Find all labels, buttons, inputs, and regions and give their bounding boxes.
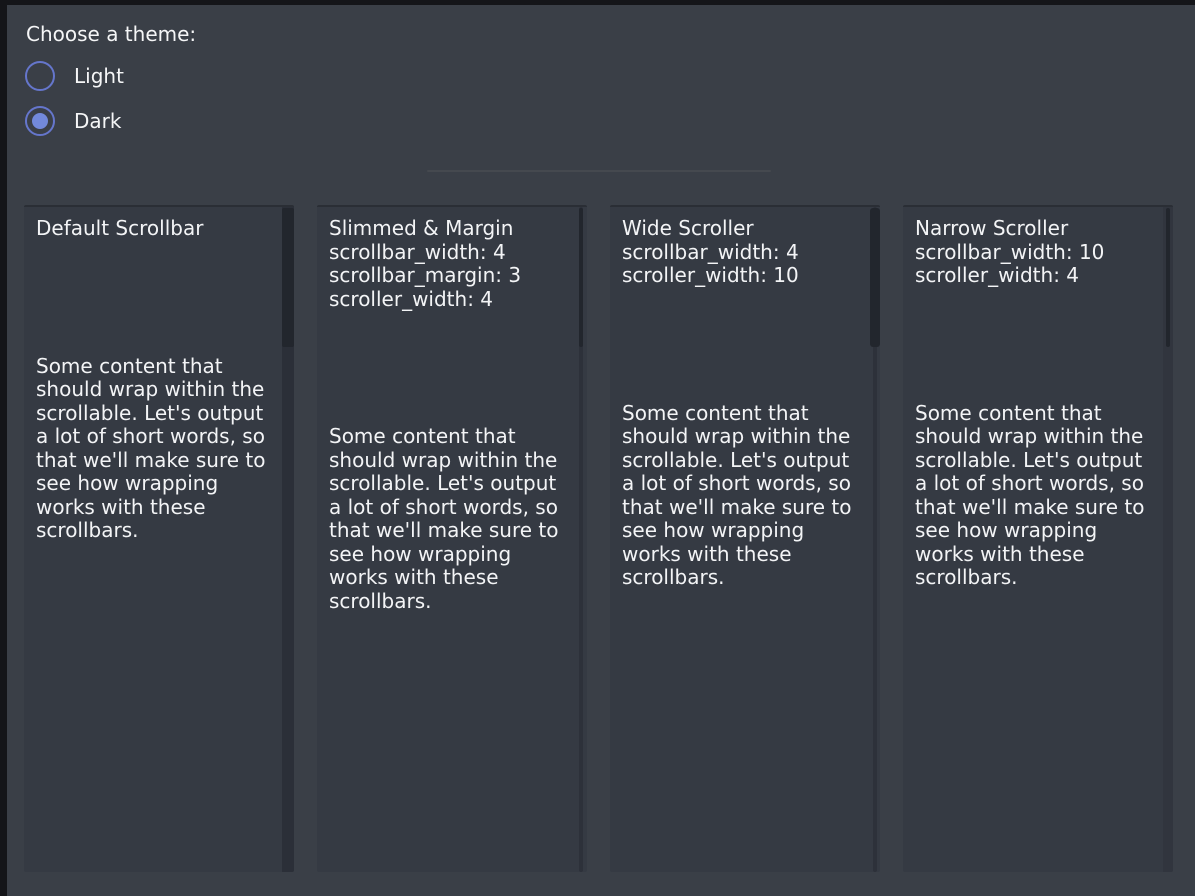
radio-dot-icon [32, 68, 48, 84]
panel-title: Slimmed & Margin [329, 207, 563, 241]
panel-content: Some content that should wrap within the… [329, 425, 563, 613]
panel-content: Some content that should wrap within the… [622, 402, 856, 590]
section-divider [427, 170, 771, 172]
panel-config: scrollbar_width: 10 scroller_width: 4 [915, 241, 1149, 288]
theme-option-label[interactable]: Light [74, 61, 124, 91]
scrollbar-thumb[interactable] [579, 208, 583, 347]
panel-narrow-scroller[interactable]: Narrow Scroller scrollbar_width: 10 scro… [903, 205, 1173, 872]
scrollbar-demo-panels: Default Scrollbar Some content that shou… [24, 205, 1173, 872]
panel-content: Some content that should wrap within the… [36, 355, 270, 543]
panel-default-scrollbar[interactable]: Default Scrollbar Some content that shou… [24, 205, 294, 872]
scrollbar-thumb[interactable] [282, 208, 294, 347]
panel-slimmed-margin[interactable]: Slimmed & Margin scrollbar_width: 4 scro… [317, 205, 587, 872]
app-window: Choose a theme: Light Dark Default Scrol… [0, 0, 1195, 896]
panel-title: Narrow Scroller [915, 207, 1149, 241]
panel-content: Some content that should wrap within the… [915, 402, 1149, 590]
panel-wide-scroller[interactable]: Wide Scroller scrollbar_width: 4 scrolle… [610, 205, 880, 872]
panel-title: Wide Scroller [622, 207, 856, 241]
radio-button-icon[interactable] [25, 106, 55, 136]
panel-config: scrollbar_width: 4 scroller_width: 10 [622, 241, 856, 288]
radio-dot-icon [32, 113, 48, 129]
panel-title: Default Scrollbar [36, 207, 270, 241]
theme-option-light[interactable]: Light [25, 60, 124, 91]
theme-option-dark[interactable]: Dark [25, 105, 121, 136]
scrollbar-thumb[interactable] [1166, 208, 1170, 347]
theme-option-label[interactable]: Dark [74, 106, 121, 136]
theme-chooser-label: Choose a theme: [26, 22, 196, 46]
panel-config: scrollbar_width: 4 scrollbar_margin: 3 s… [329, 241, 563, 312]
scrollbar-thumb[interactable] [870, 208, 880, 347]
radio-button-icon[interactable] [25, 61, 55, 91]
